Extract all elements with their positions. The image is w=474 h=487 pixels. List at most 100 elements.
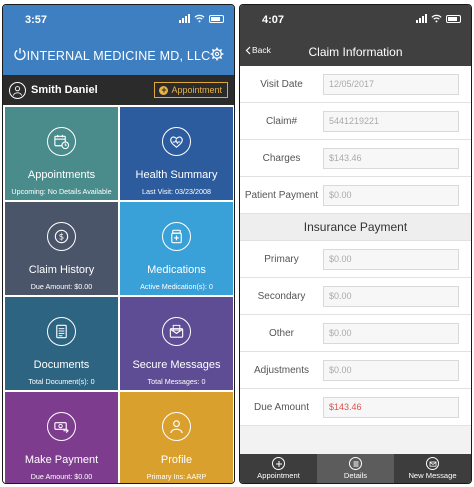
secondary-field: $0.00 bbox=[323, 285, 459, 307]
tile-subtext: Primary Ins: AARP bbox=[146, 472, 207, 481]
field-label: Adjustments bbox=[253, 364, 310, 376]
tile-medications[interactable]: Medications Active Medication(s): 0 bbox=[120, 202, 233, 295]
tile-label: Appointments bbox=[27, 169, 96, 181]
calendar-clock-icon bbox=[54, 134, 70, 150]
status-time: 3:57 bbox=[25, 14, 48, 26]
power-icon[interactable] bbox=[13, 47, 27, 61]
pill-bottle-icon bbox=[171, 229, 182, 244]
appointment-button[interactable]: + Appointment bbox=[154, 82, 228, 98]
nav-bar: Back Claim Information bbox=[240, 37, 471, 66]
plus-circle-icon bbox=[272, 457, 285, 470]
signal-icon bbox=[179, 14, 190, 23]
svg-text:$: $ bbox=[59, 233, 64, 243]
tile-label: Claim History bbox=[28, 264, 95, 276]
field-row-other: Other $0.00 bbox=[240, 315, 471, 352]
user-icon bbox=[12, 85, 23, 96]
adjustments-field: $0.00 bbox=[323, 359, 459, 381]
appointment-button-label: Appointment bbox=[171, 85, 222, 95]
patient-payment-field: $0.00 bbox=[323, 184, 459, 206]
tab-label: New Message bbox=[408, 471, 457, 480]
back-button[interactable]: Back bbox=[245, 45, 271, 55]
tile-subtext: Due Amount: $0.00 bbox=[30, 472, 93, 481]
tab-appointment[interactable]: Appointment bbox=[240, 454, 317, 483]
tile-label: Medications bbox=[147, 264, 206, 276]
tile-label: Make Payment bbox=[24, 454, 99, 466]
field-label: Other bbox=[268, 327, 294, 339]
due-amount-field: $143.46 bbox=[323, 396, 459, 418]
field-row-primary: Primary $0.00 bbox=[240, 241, 471, 278]
battery-icon bbox=[209, 14, 224, 23]
tile-health-summary[interactable]: Health Summary Last Visit: 03/23/2008 bbox=[120, 107, 233, 200]
tab-label: Details bbox=[343, 471, 368, 480]
document-icon bbox=[56, 324, 67, 339]
gear-icon[interactable] bbox=[210, 47, 224, 61]
list-icon bbox=[349, 457, 362, 470]
field-label: Claim# bbox=[265, 115, 298, 127]
tile-subtext: Total Messages: 0 bbox=[147, 377, 206, 386]
field-row-claim-number: Claim# 5441219221 bbox=[240, 103, 471, 140]
tile-documents[interactable]: Documents Total Document(s): 0 bbox=[5, 297, 118, 390]
tile-claim-history[interactable]: $ Claim History Due Amount: $0.00 bbox=[5, 202, 118, 295]
field-row-adjustments: Adjustments $0.00 bbox=[240, 352, 471, 389]
payment-icon bbox=[54, 422, 69, 434]
field-row-visit-date: Visit Date 12/05/2017 bbox=[240, 66, 471, 103]
heart-doctor-icon bbox=[170, 136, 183, 148]
tile-label: Profile bbox=[160, 454, 193, 466]
field-row-charges: Charges $143.46 bbox=[240, 140, 471, 177]
field-row-patient-payment: Patient Payment $0.00 bbox=[240, 177, 471, 214]
dollar-icon: $ bbox=[54, 229, 69, 244]
user-bar: Smith Daniel + Appointment bbox=[3, 75, 234, 105]
tab-label: Appointment bbox=[257, 471, 300, 480]
avatar[interactable] bbox=[9, 81, 26, 99]
status-bar: 3:57 bbox=[3, 5, 234, 37]
tile-make-payment[interactable]: Make Payment Due Amount: $0.00 bbox=[5, 392, 118, 483]
page-title: Claim Information bbox=[308, 44, 403, 59]
envelope-icon bbox=[169, 324, 184, 338]
section-header: Insurance Payment bbox=[240, 214, 471, 241]
field-label: Primary bbox=[264, 253, 299, 265]
tile-profile[interactable]: Profile Primary Ins: AARP bbox=[120, 392, 233, 483]
field-label: Charges bbox=[262, 152, 301, 164]
signal-icon bbox=[416, 14, 427, 23]
other-field: $0.00 bbox=[323, 322, 459, 344]
phone-screen-claim: 4:07 Back Claim Information Visit Date 1… bbox=[239, 4, 472, 484]
claim-form: Visit Date 12/05/2017 Claim# 5441219221 … bbox=[240, 66, 471, 426]
plus-icon: + bbox=[159, 84, 169, 95]
tile-label: Secure Messages bbox=[132, 359, 221, 371]
primary-field: $0.00 bbox=[323, 248, 459, 270]
charges-field: $143.46 bbox=[323, 147, 459, 169]
tile-label: Health Summary bbox=[135, 169, 218, 181]
tile-subtext: Active Medication(s): 0 bbox=[140, 282, 213, 291]
tile-subtext: Upcoming: No Details Available bbox=[11, 187, 112, 196]
field-label: Secondary bbox=[257, 290, 306, 302]
tile-subtext: Due Amount: $0.00 bbox=[30, 282, 93, 291]
visit-date-field: 12/05/2017 bbox=[323, 73, 459, 95]
field-label: Patient Payment bbox=[244, 189, 319, 201]
status-time: 4:07 bbox=[262, 14, 285, 26]
wifi-icon bbox=[431, 14, 442, 23]
tile-label: Documents bbox=[33, 359, 90, 371]
field-label: Due Amount bbox=[253, 401, 310, 413]
tab-new-message[interactable]: New Message bbox=[394, 454, 471, 483]
tile-secure-messages[interactable]: Secure Messages Total Messages: 0 bbox=[120, 297, 233, 390]
field-row-secondary: Secondary $0.00 bbox=[240, 278, 471, 315]
battery-icon bbox=[446, 14, 461, 23]
back-label: Back bbox=[252, 45, 271, 55]
tile-subtext: Last Visit: 03/23/2008 bbox=[142, 187, 211, 196]
user-name: Smith Daniel bbox=[31, 84, 98, 96]
field-label: Visit Date bbox=[260, 78, 303, 90]
profile-icon bbox=[170, 420, 183, 434]
tab-bar: Appointment Details New Message bbox=[240, 454, 471, 483]
app-title: INTERNAL MEDICINE MD, LLC bbox=[26, 49, 211, 63]
wifi-icon bbox=[194, 14, 205, 23]
field-row-due-amount: Due Amount $143.46 bbox=[240, 389, 471, 426]
chevron-left-icon bbox=[245, 46, 251, 54]
dashboard-grid: Appointments Upcoming: No Details Availa… bbox=[3, 105, 234, 483]
tab-details[interactable]: Details bbox=[317, 454, 394, 483]
tile-subtext: Total Document(s): 0 bbox=[28, 377, 95, 386]
mail-icon bbox=[426, 457, 439, 470]
tile-appointments[interactable]: Appointments Upcoming: No Details Availa… bbox=[5, 107, 118, 200]
status-bar: 4:07 bbox=[240, 5, 471, 37]
claim-number-field: 5441219221 bbox=[323, 110, 459, 132]
app-header: INTERNAL MEDICINE MD, LLC bbox=[3, 37, 234, 75]
